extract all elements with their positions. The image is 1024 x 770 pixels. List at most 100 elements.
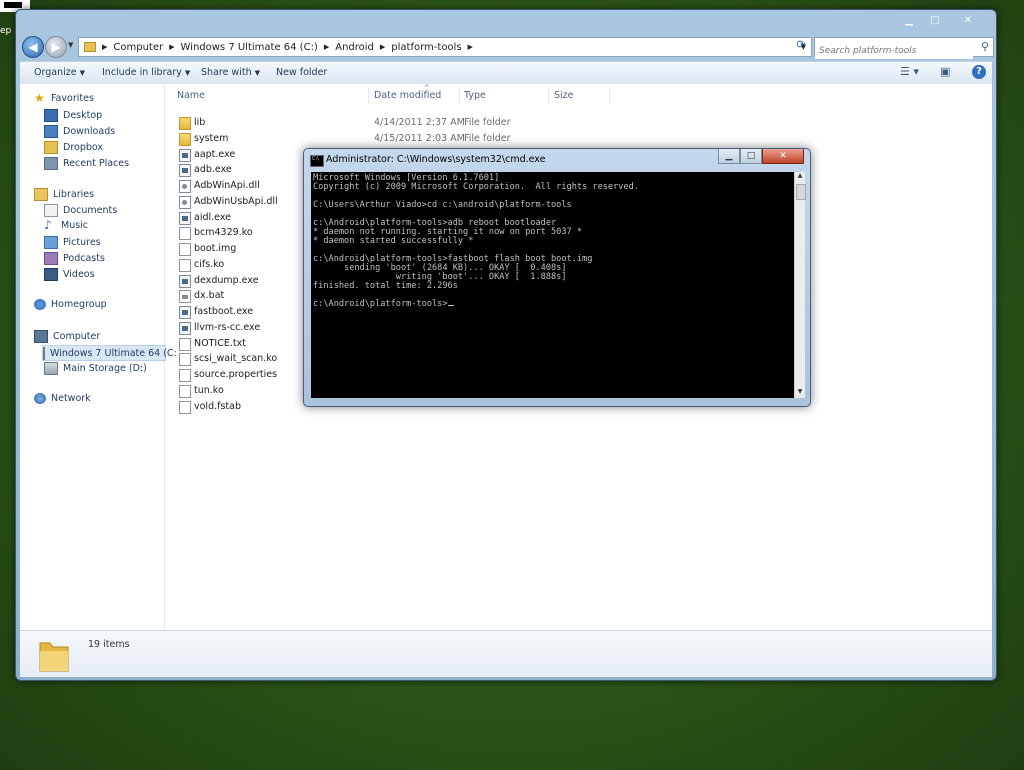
scroll-thumb[interactable]: [796, 184, 806, 200]
file-name: tun.ko: [194, 384, 224, 396]
item-count: 19 items: [88, 639, 130, 650]
cmd-window: Administrator: C:\Windows\system32\cmd.e…: [303, 148, 811, 407]
dropbox-icon: [44, 141, 58, 154]
doc-file-icon: [179, 369, 191, 382]
pictures-icon: [44, 236, 58, 249]
file-name: AdbWinUsbApi.dll: [194, 195, 278, 207]
breadcrumb-android[interactable]: Android: [330, 42, 379, 53]
doc-file-icon: [179, 243, 191, 256]
file-name: vold.fstab: [194, 400, 241, 412]
scroll-down-icon[interactable]: ▼: [795, 388, 805, 398]
new-folder-button[interactable]: New folder: [276, 67, 327, 78]
console-scrollbar[interactable]: ▲ ▼: [794, 172, 806, 398]
back-arrow-icon: ◀: [28, 40, 38, 54]
nav-downloads[interactable]: Downloads: [44, 125, 115, 138]
exe-file-icon: [179, 306, 191, 319]
cmd-title-buttons: ▁ □ ✕: [718, 149, 804, 164]
include-in-library-menu[interactable]: Include in library ▼: [102, 67, 190, 78]
nav-recent-places[interactable]: Recent Places: [44, 157, 129, 170]
file-name: NOTICE.txt: [194, 337, 246, 349]
nav-computer[interactable]: Computer: [34, 330, 100, 343]
maximize-button[interactable]: □: [922, 12, 948, 28]
details-pane: 19 items: [20, 630, 992, 677]
recent-places-icon: [44, 157, 58, 170]
console-line: C:\Users\Arthur Viado>cd c:\android\plat…: [313, 200, 572, 210]
large-folder-icon: [39, 642, 69, 672]
file-name: fastboot.exe: [194, 306, 254, 317]
nav-libraries[interactable]: Libraries: [34, 188, 94, 201]
search-input[interactable]: [815, 43, 973, 59]
column-header-size[interactable]: Size: [554, 90, 574, 101]
share-with-menu[interactable]: Share with ▼: [201, 67, 260, 78]
drive-c-icon: [43, 346, 45, 360]
navigation-pane: ★ Favorites Desktop Downloads Dropbox Rec…: [20, 84, 177, 630]
search-icon[interactable]: ⚲: [981, 40, 989, 53]
preview-pane-icon[interactable]: ▣: [940, 65, 950, 78]
nav-network[interactable]: Network: [34, 393, 91, 404]
file-row[interactable]: system 4/15/2011 2:03 AM File folder: [165, 131, 991, 147]
videos-icon: [44, 268, 58, 281]
music-icon: ♪: [44, 218, 52, 232]
drive-d-icon: [44, 362, 58, 375]
nav-drive-c[interactable]: Windows 7 Ultimate 64 (C:: [42, 345, 177, 361]
file-name: aidl.exe: [194, 211, 232, 223]
file-name: cifs.ko: [194, 258, 225, 270]
folder-icon: [179, 117, 191, 130]
computer-icon: [34, 330, 48, 343]
column-header-date[interactable]: Date modified: [374, 90, 441, 101]
search-box: ⚲: [814, 37, 994, 59]
nav-drive-d[interactable]: Main Storage (D:): [44, 362, 147, 375]
dll-file-icon: [179, 195, 191, 209]
nav-favorites[interactable]: ★ Favorites: [34, 92, 94, 104]
breadcrumb-computer[interactable]: Computer: [108, 42, 168, 53]
file-name: system: [194, 132, 229, 144]
network-icon: [34, 393, 46, 404]
close-button[interactable]: ✕: [948, 12, 988, 28]
forward-button[interactable]: ▶: [45, 36, 67, 58]
nav-desktop[interactable]: Desktop: [44, 109, 102, 122]
console-output[interactable]: Microsoft Windows [Version 6.1.7601] Cop…: [311, 172, 794, 398]
homegroup-icon: [34, 299, 46, 310]
file-row[interactable]: lib 4/14/2011 2:37 AM File folder: [165, 115, 991, 131]
file-name: dexdump.exe: [194, 274, 259, 286]
dll-file-icon: [179, 180, 191, 193]
view-options-icon[interactable]: ☰ ▾: [900, 65, 919, 78]
help-icon[interactable]: ?: [972, 65, 986, 79]
desktop-icon: [44, 109, 58, 122]
podcasts-icon: [44, 252, 58, 265]
cmd-maximize-button[interactable]: □: [740, 149, 762, 164]
file-name: boot.img: [194, 243, 237, 254]
cmd-minimize-button[interactable]: ▁: [718, 149, 740, 164]
file-name: aapt.exe: [194, 148, 236, 160]
organize-menu[interactable]: Organize ▼: [34, 67, 85, 78]
nav-videos[interactable]: Videos: [44, 268, 95, 281]
scroll-up-icon[interactable]: ▲: [795, 172, 805, 182]
back-button[interactable]: ◀: [22, 36, 44, 58]
column-header-type[interactable]: Type: [464, 90, 486, 101]
cmd-title: Administrator: C:\Windows\system32\cmd.e…: [326, 154, 546, 165]
nav-homegroup[interactable]: Homegroup: [34, 299, 107, 310]
nav-documents[interactable]: Documents: [44, 204, 117, 217]
file-name: AdbWinApi.dll: [194, 180, 260, 191]
cmd-icon: [310, 155, 324, 167]
nav-music[interactable]: ♪ Music: [44, 218, 88, 232]
doc-file-icon: [179, 227, 191, 241]
exe-file-icon: [179, 321, 191, 335]
nav-podcasts[interactable]: Podcasts: [44, 252, 105, 265]
folder-icon: [179, 132, 191, 146]
refresh-icon[interactable]: ⟳: [792, 38, 810, 54]
file-name: llvm-rs-cc.exe: [194, 321, 261, 333]
explorer-title-buttons: ▁ □ ✕: [896, 12, 988, 28]
address-row: ◀ ▶ ▼ ▶ Computer ▶ Windows 7 Ultimate 64…: [20, 35, 994, 59]
address-bar[interactable]: ▶ Computer ▶ Windows 7 Ultimate 64 (C:) …: [78, 37, 812, 57]
breadcrumb-platform-tools[interactable]: platform-tools: [386, 42, 466, 53]
forward-arrow-icon: ▶: [51, 40, 61, 54]
console-cursor: [447, 305, 454, 306]
nav-dropbox[interactable]: Dropbox: [44, 141, 103, 154]
nav-pictures[interactable]: Pictures: [44, 236, 101, 249]
recent-pages-dropdown[interactable]: ▼: [68, 41, 73, 49]
column-header-name[interactable]: Name: [177, 90, 205, 101]
cmd-close-button[interactable]: ✕: [762, 149, 804, 164]
breadcrumb-drive-c[interactable]: Windows 7 Ultimate 64 (C:): [176, 42, 323, 53]
minimize-button[interactable]: ▁: [896, 12, 922, 28]
